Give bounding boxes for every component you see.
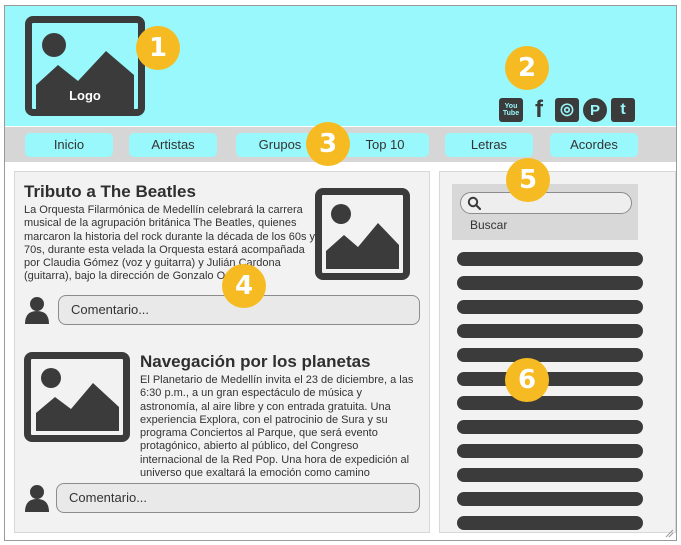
twitter-icon-label: t xyxy=(620,101,626,118)
annotation-badge: 1 xyxy=(136,26,180,70)
search-icon xyxy=(467,196,481,210)
sidebar-list-item[interactable] xyxy=(457,300,643,314)
search-button[interactable]: Buscar xyxy=(470,218,507,232)
twitter-icon[interactable]: t xyxy=(611,98,635,122)
logo[interactable]: Logo xyxy=(25,16,145,116)
search-input[interactable] xyxy=(460,192,632,214)
nav-item-top10[interactable]: Top 10 xyxy=(341,133,429,157)
sidebar: Buscar xyxy=(439,171,676,533)
annotation-badge: 5 xyxy=(506,158,550,202)
header: Logo You Tube f ◎ P t xyxy=(5,6,676,126)
article-title: Navegación por los planetas xyxy=(140,352,371,371)
social-icons: You Tube f ◎ P t xyxy=(499,98,635,122)
user-avatar-icon xyxy=(25,297,49,324)
facebook-icon-label: f xyxy=(535,96,543,123)
logo-label: Logo xyxy=(69,88,101,103)
youtube-icon[interactable]: You Tube xyxy=(499,98,523,122)
facebook-icon[interactable]: f xyxy=(527,98,551,122)
annotation-badge: 6 xyxy=(505,358,549,402)
sidebar-list-item[interactable] xyxy=(457,252,643,266)
article-image[interactable] xyxy=(24,352,130,442)
sidebar-list-item[interactable] xyxy=(457,492,643,506)
article-body: La Orquesta Filarmónica de Medellín cele… xyxy=(24,204,316,283)
main-content: Tributo a The Beatles La Orquesta Filarm… xyxy=(14,171,430,533)
article-image[interactable] xyxy=(315,188,410,280)
sidebar-list-item[interactable] xyxy=(457,348,643,362)
nav-item-artistas[interactable]: Artistas xyxy=(129,133,217,157)
sidebar-list-item[interactable] xyxy=(457,324,643,338)
image-placeholder-icon xyxy=(36,368,119,431)
sidebar-list-item[interactable] xyxy=(457,396,643,410)
sidebar-list-item[interactable] xyxy=(457,420,643,434)
page-frame: Logo You Tube f ◎ P t Inicio Artistas Gr… xyxy=(4,5,677,541)
annotation-badge: 4 xyxy=(222,264,266,308)
sidebar-list-item[interactable] xyxy=(457,516,643,530)
nav-item-inicio[interactable]: Inicio xyxy=(25,133,113,157)
youtube-icon-label: You Tube xyxy=(502,103,520,117)
article-body: El Planetario de Medellín invita el 23 d… xyxy=(140,374,414,480)
annotation-badge: 2 xyxy=(505,46,549,90)
image-placeholder-icon xyxy=(326,204,399,269)
sidebar-list-item[interactable] xyxy=(457,444,643,458)
pinterest-icon-label: P xyxy=(589,101,600,119)
nav-item-letras[interactable]: Letras xyxy=(445,133,533,157)
annotation-badge: 3 xyxy=(306,122,350,166)
instagram-icon[interactable]: ◎ xyxy=(555,98,579,122)
sidebar-list-item[interactable] xyxy=(457,276,643,290)
pinterest-icon[interactable]: P xyxy=(583,98,607,122)
sidebar-list-item[interactable] xyxy=(457,468,643,482)
comment-input[interactable]: Comentario... xyxy=(56,483,420,513)
nav-item-acordes[interactable]: Acordes xyxy=(550,133,638,157)
user-avatar-icon xyxy=(25,485,49,512)
article-title: Tributo a The Beatles xyxy=(24,182,196,201)
sidebar-list-item[interactable] xyxy=(457,372,643,386)
resize-grip-icon[interactable] xyxy=(664,528,674,538)
instagram-icon-label: ◎ xyxy=(560,101,574,118)
